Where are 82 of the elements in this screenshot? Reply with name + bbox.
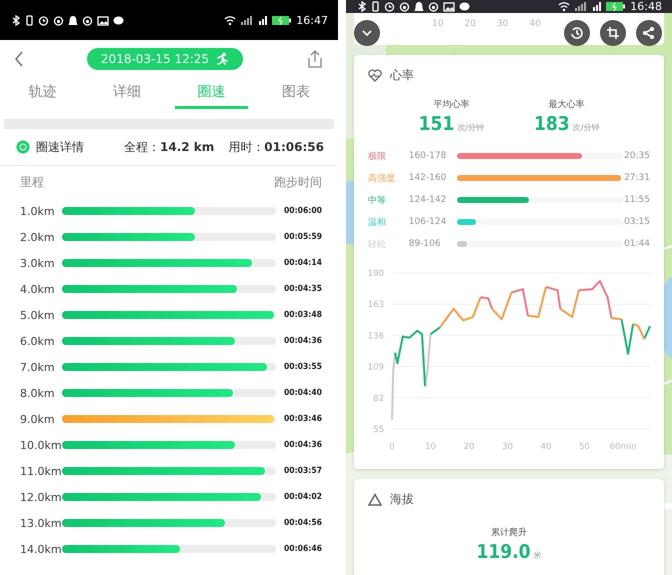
zone-name: 高强度 [368, 172, 396, 184]
axis-label: 40 [540, 442, 552, 452]
lap-time: 00:04:56 [284, 518, 322, 528]
axis-label: 20 [464, 442, 474, 452]
date-button[interactable]: 2018-03-15 12:25 [86, 48, 244, 70]
zone-time: 27:31 [624, 173, 650, 183]
axis-label: 20 [464, 19, 476, 31]
stat-value: 119.0 [476, 541, 531, 563]
axis-label: 50 [579, 442, 590, 452]
lap-distance: 11.0km [20, 464, 62, 478]
lap-time: 00:04:36 [284, 440, 322, 450]
zone-range: 89-106 [408, 239, 442, 249]
axis-label: 0 [389, 442, 395, 452]
lap-distance: 13.0km [20, 516, 62, 530]
zone-time: 11:55 [624, 195, 650, 205]
tab[interactable]: 圈速 [175, 77, 248, 106]
card-title: 海拔 [390, 491, 414, 508]
tab[interactable]: 详细 [90, 77, 163, 106]
lap-distance: 4.0km [20, 282, 56, 296]
lap-time: 00:03:48 [284, 310, 322, 320]
lap-distance: 8.0km [20, 386, 56, 400]
axis-label: 60min [610, 442, 636, 452]
axis-label: 136 [368, 331, 384, 342]
lap-distance: 5.0km [20, 308, 56, 322]
column-header: 里程 [20, 174, 44, 190]
lap-time: 00:04:40 [284, 388, 322, 398]
tab[interactable]: 图表 [260, 77, 332, 106]
axis-label: 40 [529, 19, 541, 31]
axis-label: 190 [368, 269, 384, 279]
tab[interactable]: 轨迹 [6, 77, 78, 106]
zone-range: 124-142 [408, 195, 448, 205]
total-distance: 全程：14.2 km [124, 138, 214, 156]
lap-distance: 1.0km [20, 204, 56, 218]
lap-time: 00:03:55 [284, 362, 322, 372]
zone-time: 01:44 [624, 239, 650, 249]
total-duration: 用时：01:06:56 [228, 138, 324, 156]
axis-label: 10 [425, 442, 436, 452]
zone-range: 160-178 [408, 151, 448, 161]
zone-time: 03:15 [624, 217, 650, 227]
stat-label: 最大心率 [548, 98, 585, 111]
lap-time: 00:06:00 [284, 206, 322, 216]
lap-time: 00:04:14 [284, 258, 322, 268]
lap-time: 00:04:02 [284, 492, 322, 502]
zone-name: 中等 [368, 194, 387, 206]
lap-distance: 2.0km [20, 230, 56, 244]
axis-label: 109 [368, 362, 384, 373]
axis-label: 30 [496, 19, 508, 31]
axis-label: 82 [373, 394, 384, 404]
lap-distance: 7.0km [20, 360, 56, 374]
stat-label: 累计爬升 [490, 526, 527, 539]
lap-distance: 9.0km [20, 412, 56, 426]
axis-label: 55 [373, 425, 384, 435]
stat-value: 183 [534, 113, 570, 135]
axis-label: 30 [502, 442, 513, 452]
stat-value: 151 [418, 113, 454, 135]
section-title: 圈速详情 [36, 138, 85, 156]
lap-distance: 3.0km [20, 256, 56, 270]
zone-range: 142-160 [408, 173, 448, 183]
zone-name: 温和 [368, 216, 387, 228]
lap-time: 00:04:35 [284, 284, 322, 294]
status-time: 16:48 [630, 0, 662, 13]
lap-distance: 10.0km [20, 438, 62, 452]
status-time: 16:47 [296, 14, 328, 26]
lap-time: 00:03:57 [284, 466, 322, 476]
card-title: 心率 [390, 67, 414, 84]
column-header: 跑步时间 [274, 174, 322, 190]
lap-time: 00:06:46 [284, 544, 322, 554]
lap-distance: 6.0km [20, 334, 56, 348]
axis-label: 163 [368, 300, 384, 310]
lap-distance: 12.0km [20, 490, 62, 504]
stat-unit: 米 [534, 550, 542, 561]
lap-time: 00:04:36 [284, 336, 322, 346]
stat-label: 平均心率 [433, 98, 470, 111]
lap-distance: 14.0km [20, 542, 62, 556]
zone-time: 20:35 [624, 151, 650, 161]
zone-name: 极限 [368, 150, 387, 162]
lap-time: 00:05:59 [284, 232, 322, 242]
lap-time: 00:03:46 [284, 414, 322, 424]
stat-unit: 次/分钟 [457, 122, 484, 133]
zone-range: 106-124 [408, 217, 448, 227]
stat-unit: 次/分钟 [572, 122, 600, 133]
axis-label: 10 [432, 19, 444, 31]
